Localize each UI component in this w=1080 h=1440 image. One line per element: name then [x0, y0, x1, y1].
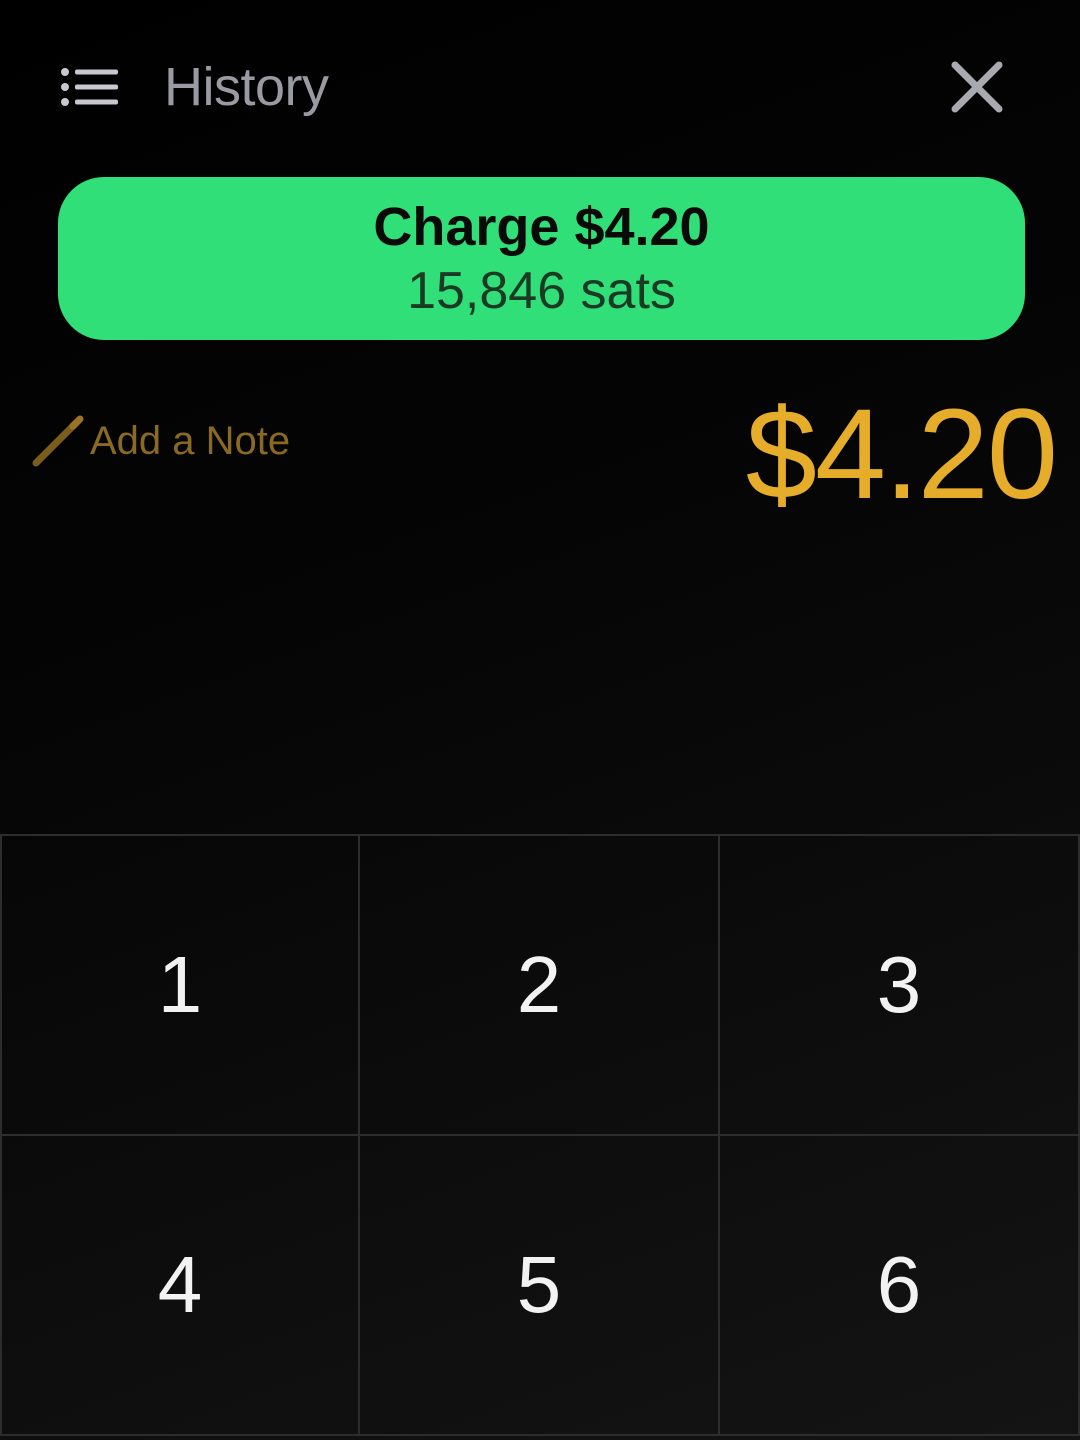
close-icon — [948, 58, 1006, 116]
amount-display: $4.20 — [745, 383, 1058, 526]
list-icon — [60, 67, 120, 107]
history-label: History — [164, 57, 329, 117]
keypad-key-2[interactable]: 2 — [360, 836, 720, 1136]
charge-button[interactable]: Charge $4.20 15,846 sats — [58, 177, 1025, 340]
numeric-keypad: 1 2 3 4 5 6 — [0, 834, 1080, 1440]
history-button[interactable]: History — [60, 52, 329, 122]
keypad-key-3[interactable]: 3 — [720, 836, 1080, 1136]
charge-sats-label: 15,846 sats — [407, 261, 676, 320]
top-bar: History — [0, 0, 1080, 170]
close-button[interactable] — [948, 58, 1006, 116]
add-note-label: Add a Note — [90, 418, 291, 463]
keypad-key-1[interactable]: 1 — [0, 836, 360, 1136]
pencil-icon — [30, 413, 86, 469]
keypad-key-4[interactable]: 4 — [0, 1136, 360, 1436]
add-note-button[interactable]: Add a Note — [30, 410, 290, 472]
charge-amount-label: Charge $4.20 — [373, 196, 710, 257]
keypad-key-5[interactable]: 5 — [360, 1136, 720, 1436]
keypad-key-6[interactable]: 6 — [720, 1136, 1080, 1436]
